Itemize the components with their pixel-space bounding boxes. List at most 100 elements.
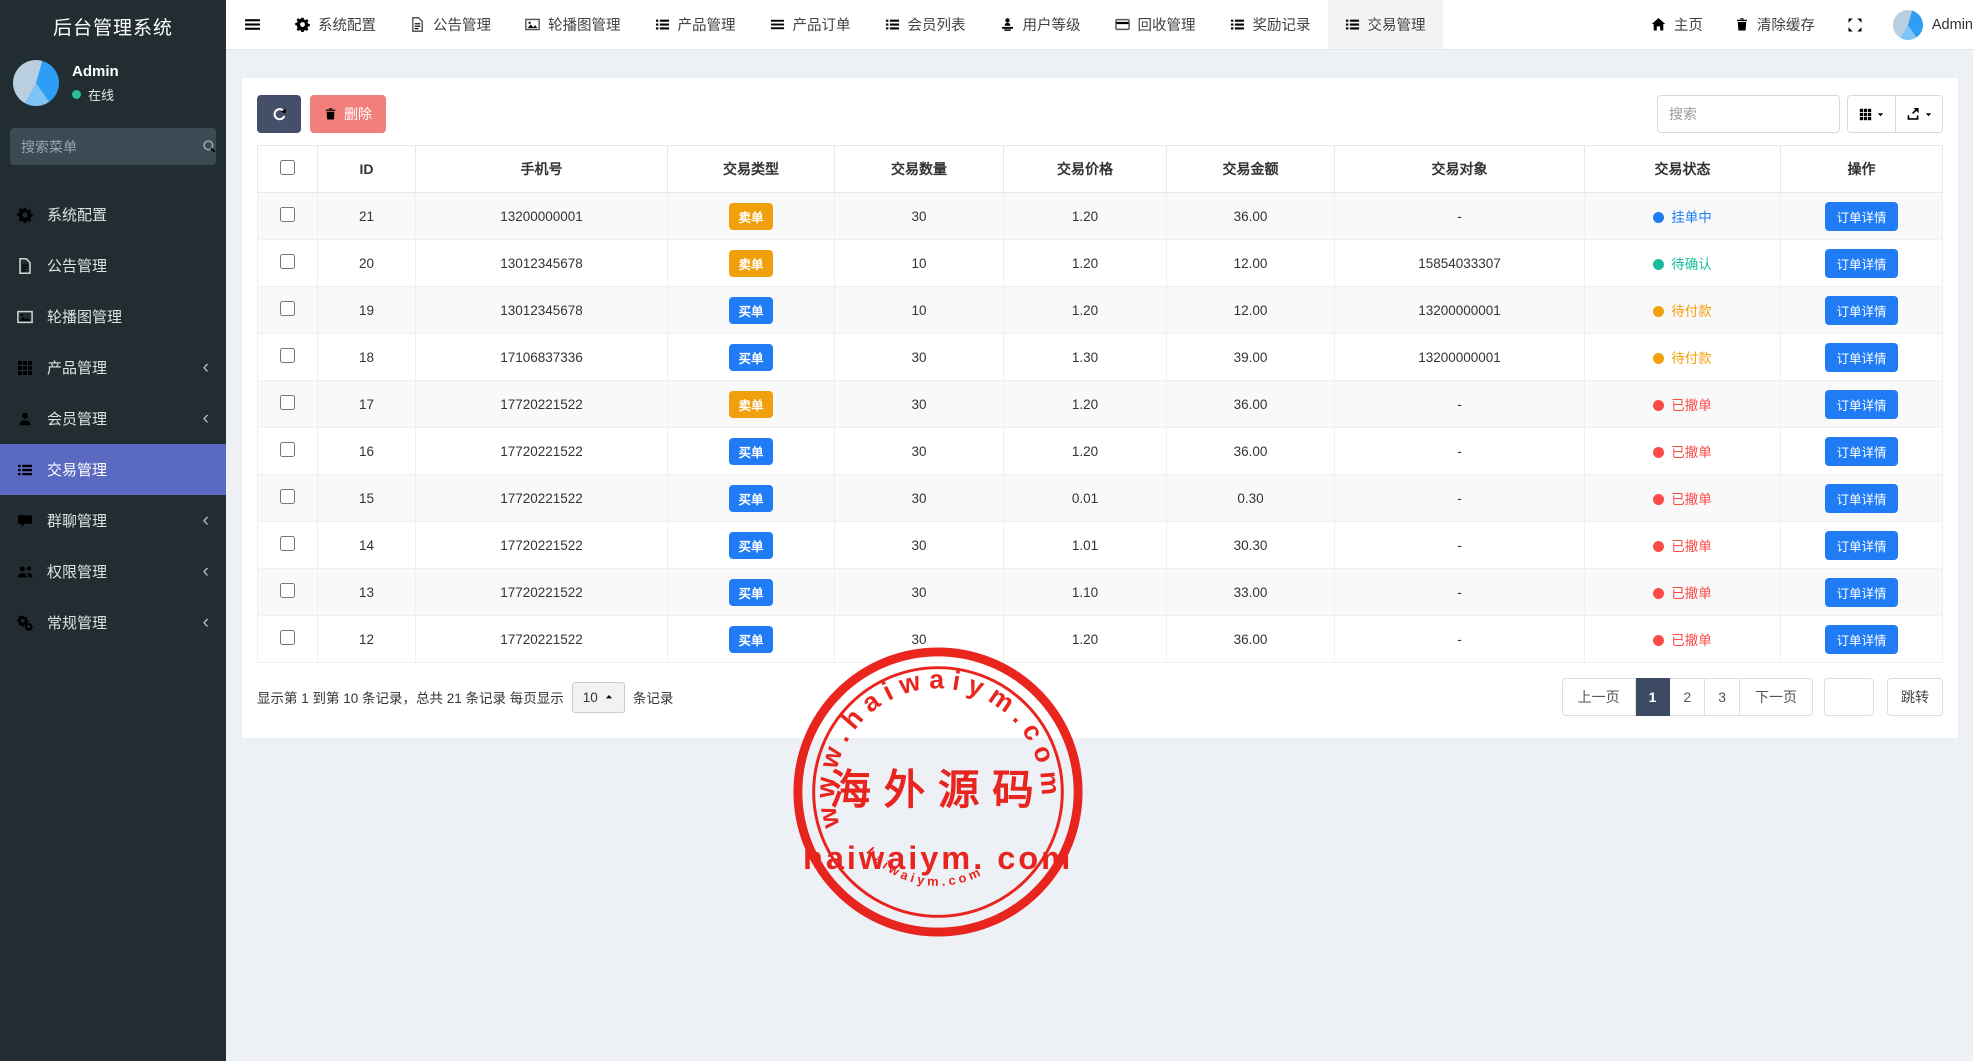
order-detail-button[interactable]: 订单详情 <box>1825 343 1897 372</box>
row-checkbox[interactable] <box>280 254 295 269</box>
sidebar-search-input[interactable] <box>21 139 202 155</box>
page-size-select[interactable]: 10 <box>572 682 625 713</box>
gear-icon <box>295 17 310 32</box>
topnav-tab-轮播图管理[interactable]: 轮播图管理 <box>508 0 638 49</box>
grid-icon <box>17 360 33 376</box>
column-header: 交易状态 <box>1585 146 1781 193</box>
topnav-tab-系统配置[interactable]: 系统配置 <box>278 0 393 49</box>
table-search-input[interactable] <box>1657 95 1840 133</box>
row-checkbox[interactable] <box>280 395 295 410</box>
order-detail-button[interactable]: 订单详情 <box>1825 390 1897 419</box>
topnav-tab-产品管理[interactable]: 产品管理 <box>638 0 753 49</box>
content-area: 删除 <box>226 50 1973 738</box>
sidebar-item-会员管理[interactable]: 会员管理‹ <box>0 393 226 444</box>
row-checkbox[interactable] <box>280 348 295 363</box>
topnav-tab-用户等级[interactable]: 用户等级 <box>983 0 1098 49</box>
row-select-cell <box>258 381 318 428</box>
row-checkbox[interactable] <box>280 442 295 457</box>
order-detail-button[interactable]: 订单详情 <box>1825 437 1897 466</box>
status-label: 已撤单 <box>1671 445 1712 460</box>
image-icon <box>17 309 33 325</box>
topnav-tab-产品订单[interactable]: 产品订单 <box>753 0 868 49</box>
cell-amount: 33.00 <box>1167 569 1335 616</box>
user-menu[interactable]: Admin <box>1879 0 1973 49</box>
order-detail-button[interactable]: 订单详情 <box>1825 296 1897 325</box>
order-detail-button[interactable]: 订单详情 <box>1825 202 1897 231</box>
list-icon <box>1345 17 1360 32</box>
page-button-上一页[interactable]: 上一页 <box>1562 678 1636 716</box>
cell-phone: 17720221522 <box>416 381 668 428</box>
row-checkbox[interactable] <box>280 536 295 551</box>
row-select-cell <box>258 287 318 334</box>
topnav-tab-回收管理[interactable]: 回收管理 <box>1098 0 1213 49</box>
order-detail-button[interactable]: 订单详情 <box>1825 625 1897 654</box>
sidebar-item-常规管理[interactable]: 常规管理‹ <box>0 597 226 648</box>
user-status-label: 在线 <box>88 85 114 104</box>
order-detail-button[interactable]: 订单详情 <box>1825 531 1897 560</box>
topnav-tab-label: 交易管理 <box>1368 14 1426 35</box>
sidebar-item-交易管理[interactable]: 交易管理 <box>0 444 226 495</box>
page-button-3[interactable]: 3 <box>1705 678 1740 716</box>
topnav-tab-公告管理[interactable]: 公告管理 <box>393 0 508 49</box>
cell-id: 17 <box>318 381 416 428</box>
topnav-tab-label: 回收管理 <box>1138 14 1196 35</box>
page-button-2[interactable]: 2 <box>1670 678 1705 716</box>
search-icon <box>202 139 217 154</box>
avatar <box>1893 10 1923 40</box>
row-checkbox[interactable] <box>280 207 295 222</box>
columns-dropdown-button[interactable] <box>1848 96 1895 132</box>
sidebar-item-label: 交易管理 <box>47 459 107 480</box>
delete-button[interactable]: 删除 <box>310 95 386 133</box>
jump-page-input[interactable] <box>1824 678 1874 716</box>
app-title: 后台管理系统 <box>0 0 226 52</box>
sidebar-item-权限管理[interactable]: 权限管理‹ <box>0 546 226 597</box>
order-detail-button[interactable]: 订单详情 <box>1825 484 1897 513</box>
row-checkbox[interactable] <box>280 583 295 598</box>
sidebar-item-群聊管理[interactable]: 群聊管理‹ <box>0 495 226 546</box>
page-button-下一页[interactable]: 下一页 <box>1740 678 1813 716</box>
cell-amount: 36.00 <box>1167 193 1335 240</box>
sidebar-item-系统配置[interactable]: 系统配置 <box>0 189 226 240</box>
order-detail-button[interactable]: 订单详情 <box>1825 249 1897 278</box>
cell-phone: 13200000001 <box>416 193 668 240</box>
row-checkbox[interactable] <box>280 301 295 316</box>
cell-status: 已撤单 <box>1585 522 1781 569</box>
order-detail-button[interactable]: 订单详情 <box>1825 578 1897 607</box>
fullscreen-button[interactable] <box>1831 0 1879 49</box>
records-summary-prefix: 显示第 1 到第 10 条记录，总共 21 条记录 每页显示 <box>257 687 564 707</box>
cell-amount: 12.00 <box>1167 287 1335 334</box>
sidebar-item-产品管理[interactable]: 产品管理‹ <box>0 342 226 393</box>
sidebar-item-轮播图管理[interactable]: 轮播图管理 <box>0 291 226 342</box>
clear-cache-link[interactable]: 清除缓存 <box>1719 0 1831 49</box>
table-row: 16 17720221522 买单 30 1.20 36.00 - 已撤单 订单… <box>258 428 1943 475</box>
toolbar: 删除 <box>257 95 1943 133</box>
status-label: 待付款 <box>1671 304 1712 319</box>
watermark-center-en: haiwaiym. com <box>803 840 1073 876</box>
home-link[interactable]: 主页 <box>1635 0 1719 49</box>
cell-type: 卖单 <box>668 193 835 240</box>
select-all-checkbox[interactable] <box>280 160 295 175</box>
jump-button[interactable]: 跳转 <box>1887 678 1943 716</box>
topnav-tab-交易管理[interactable]: 交易管理 <box>1328 0 1443 49</box>
topnav-tab-奖励记录[interactable]: 奖励记录 <box>1213 0 1328 49</box>
trade-type-badge: 卖单 <box>729 203 772 230</box>
table-footer: 显示第 1 到第 10 条记录，总共 21 条记录 每页显示 10 条记录 上一… <box>257 663 1943 738</box>
sidebar-item-公告管理[interactable]: 公告管理 <box>0 240 226 291</box>
row-checkbox[interactable] <box>280 489 295 504</box>
export-dropdown-button[interactable] <box>1895 96 1942 132</box>
cell-phone: 17106837336 <box>416 334 668 381</box>
row-checkbox[interactable] <box>280 630 295 645</box>
sidebar-item-label: 群聊管理 <box>47 510 107 531</box>
table-row: 20 13012345678 卖单 10 1.20 12.00 15854033… <box>258 240 1943 287</box>
row-select-cell <box>258 569 318 616</box>
sidebar-item-label: 产品管理 <box>47 357 107 378</box>
sidebar-toggle-button[interactable] <box>226 0 278 49</box>
topnav-tab-会员列表[interactable]: 会员列表 <box>868 0 983 49</box>
column-header: 交易数量 <box>835 146 1004 193</box>
page-button-1[interactable]: 1 <box>1636 678 1671 716</box>
table-row: 15 17720221522 买单 30 0.01 0.30 - 已撤单 订单详… <box>258 475 1943 522</box>
page-size-value: 10 <box>583 690 598 705</box>
refresh-button[interactable] <box>257 95 301 133</box>
cell-target: 13200000001 <box>1335 287 1585 334</box>
cell-action: 订单详情 <box>1781 240 1943 287</box>
